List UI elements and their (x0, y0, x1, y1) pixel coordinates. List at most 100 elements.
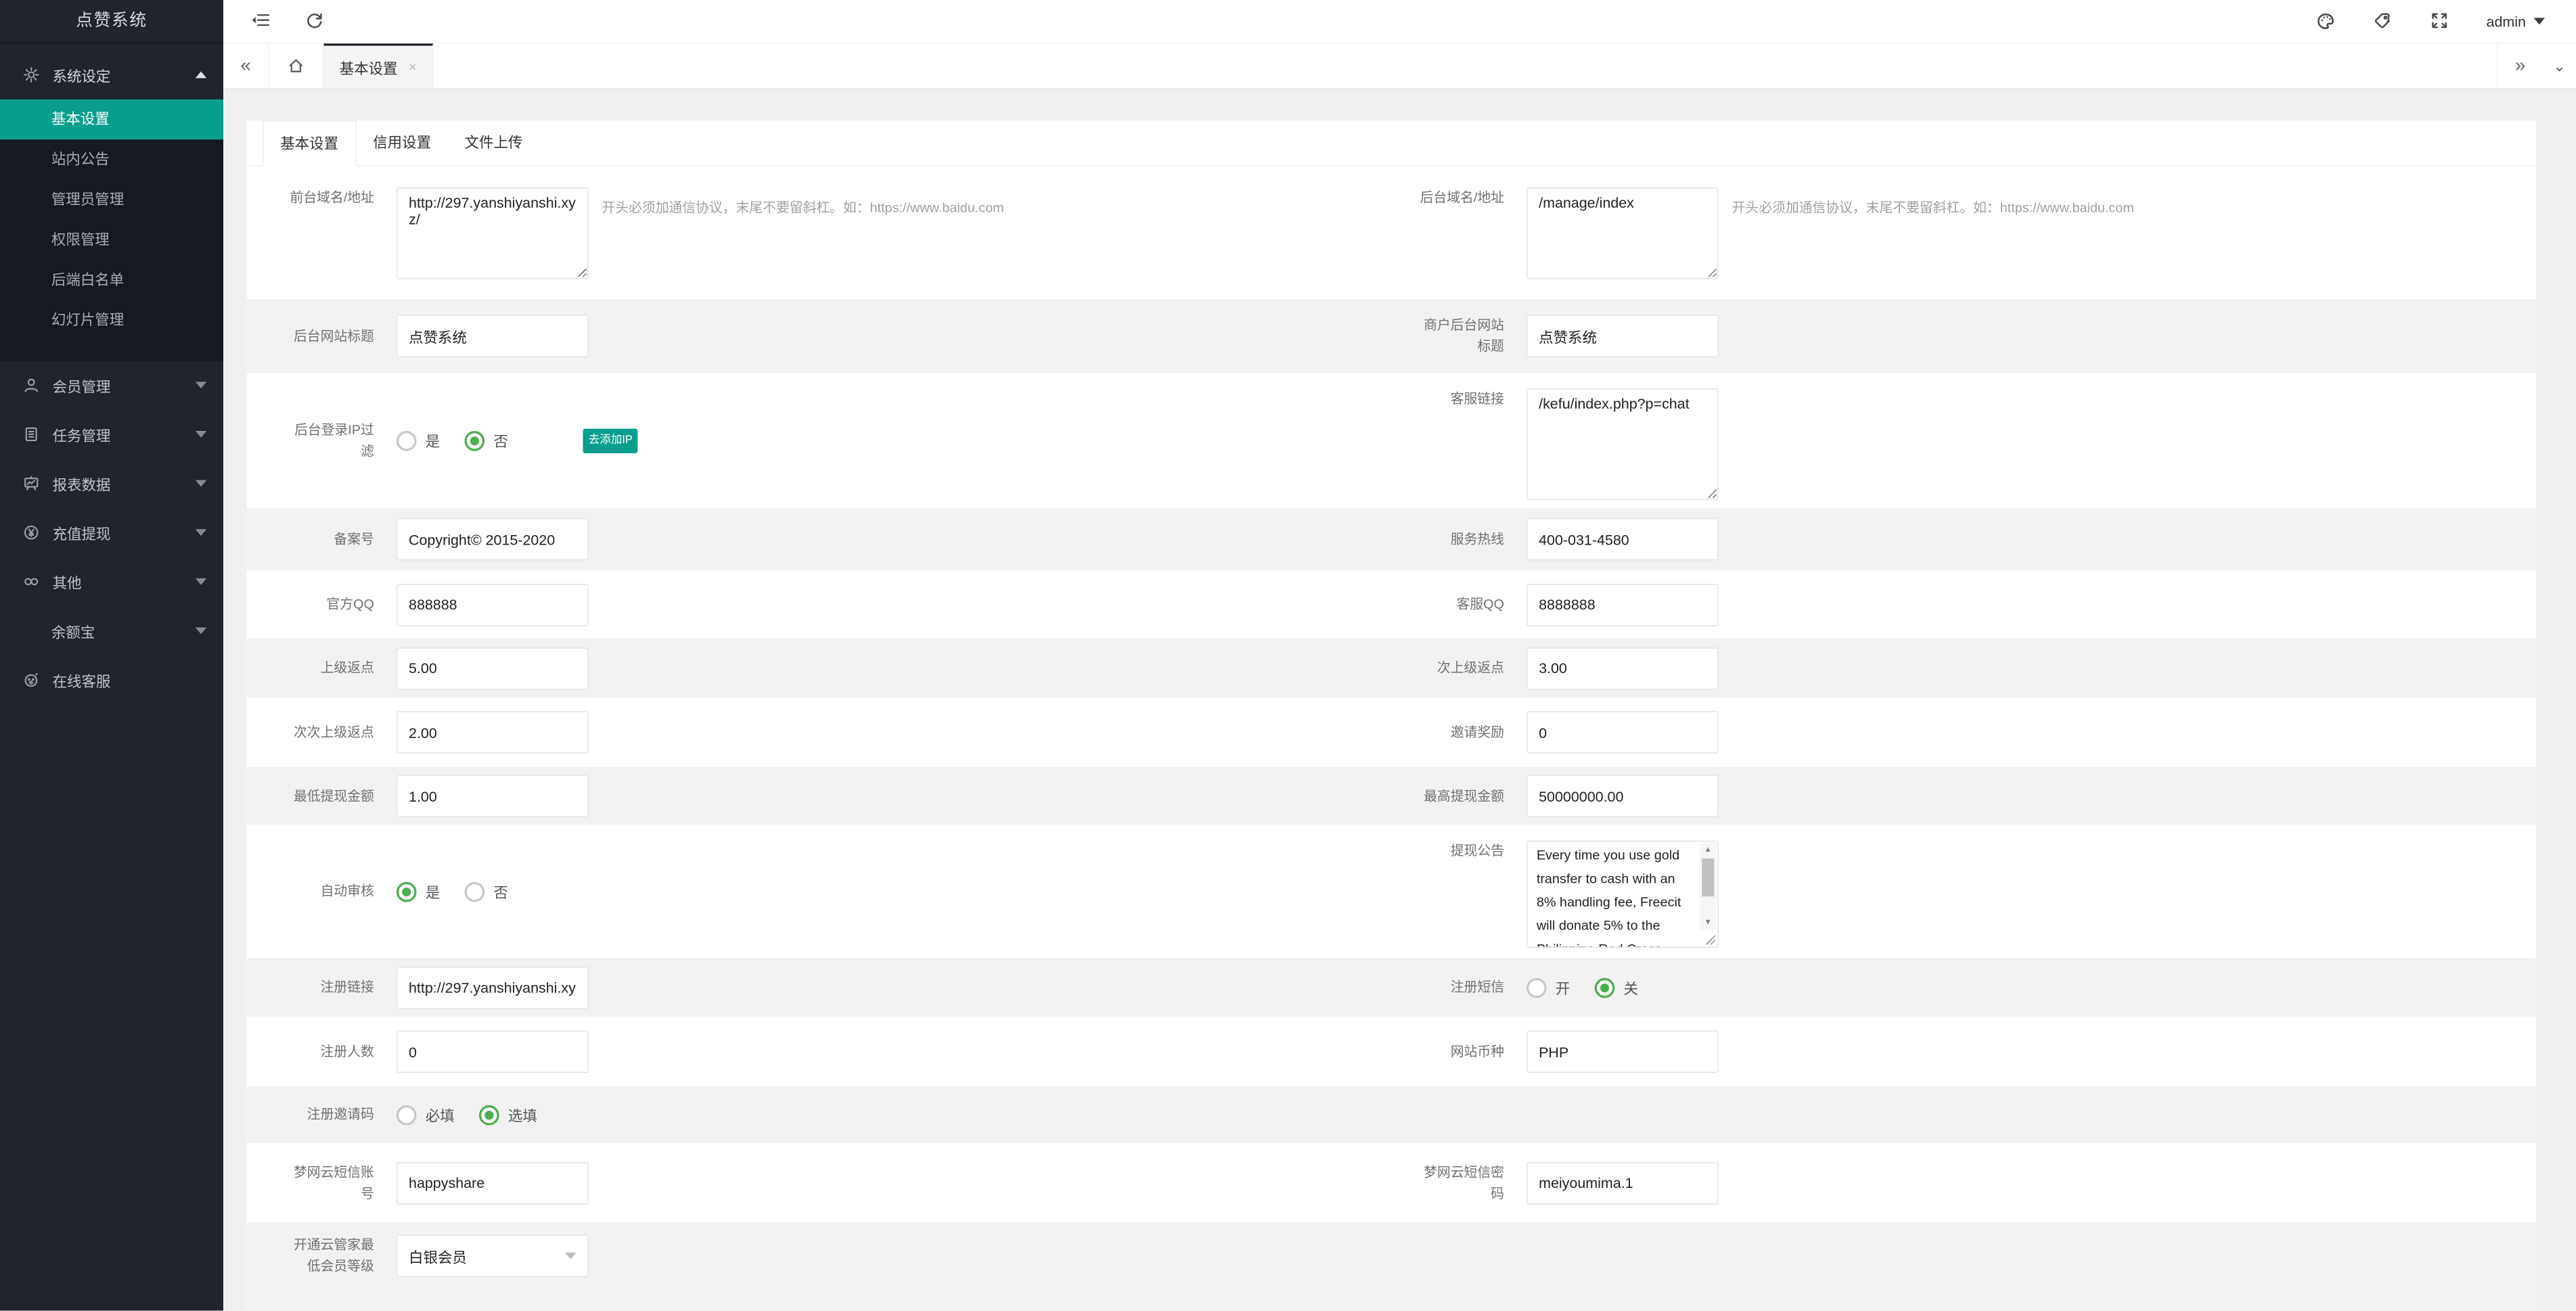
sidebar-item-report-data[interactable]: 报表数据 (0, 459, 223, 508)
scroll-down-icon[interactable]: ▼ (1700, 915, 1717, 929)
refresh-icon[interactable] (305, 12, 325, 32)
add-ip-button[interactable]: 去添加IP (583, 428, 639, 453)
tabs-scroll-right-button[interactable]: » (2497, 43, 2543, 89)
sidebar-item-recharge-withdraw[interactable]: 充值提现 (0, 508, 223, 557)
grandparent-rebate-input[interactable] (1526, 647, 1719, 690)
service-hotline-input[interactable] (1526, 518, 1719, 561)
field-label: 次次上级返点 (294, 724, 374, 740)
tab-file-upload[interactable]: 文件上传 (448, 120, 539, 165)
radio-label[interactable]: 选填 (508, 1104, 537, 1125)
radio-label[interactable]: 否 (493, 881, 507, 902)
radio-no[interactable] (464, 430, 485, 451)
radio-required[interactable] (396, 1104, 417, 1125)
sidebar-item-slideshow-management[interactable]: 幻灯片管理 (0, 300, 223, 340)
icp-number-input[interactable] (396, 518, 589, 561)
field-label: 提现公告 (1450, 842, 1504, 859)
user-menu[interactable]: admin (2487, 13, 2546, 30)
radio-label[interactable]: 必填 (426, 1104, 455, 1125)
ip-filter-radio-group: 是 否 去添加IP (396, 428, 639, 453)
form-row: 后台登录IP过滤 是 否 去添加IP 客服链接 /kefu/index.php?… (247, 373, 2536, 508)
invite-reward-input[interactable] (1526, 711, 1719, 754)
max-withdraw-input[interactable] (1526, 775, 1719, 818)
resize-handle-icon[interactable] (1702, 931, 1716, 945)
sidebar-item-admin-management[interactable]: 管理员管理 (0, 180, 223, 220)
tabs-menu-button[interactable]: ⌄ (2543, 43, 2576, 88)
great-grandparent-rebate-input[interactable] (396, 711, 589, 754)
sidebar-item-permission-management[interactable]: 权限管理 (0, 220, 223, 260)
radio-label[interactable]: 关 (1624, 977, 1638, 998)
sidebar-item-label: 充值提现 (52, 525, 111, 543)
palette-icon[interactable] (2315, 12, 2336, 32)
merchant-site-title-input[interactable] (1526, 315, 1719, 358)
register-count-input[interactable] (396, 1030, 589, 1073)
field-label: 前台域名/地址 (290, 189, 374, 206)
form-row: 备案号 服务热线 (246, 507, 2536, 571)
settings-tabs: 基本设置 信用设置 文件上传 (246, 120, 2536, 166)
radio-optional[interactable] (479, 1104, 499, 1125)
sidebar-item-label: 任务管理 (52, 427, 111, 444)
front-domain-textarea[interactable]: http://297.yanshiyanshi.xyz/ (396, 187, 589, 279)
register-link-input[interactable] (396, 966, 589, 1009)
radio-yes[interactable] (396, 881, 417, 902)
radio-yes[interactable] (396, 430, 417, 451)
site-currency-input[interactable] (1526, 1030, 1719, 1073)
sidebar-item-label: 余额宝 (51, 623, 95, 641)
close-icon[interactable]: × (409, 59, 417, 74)
radio-label[interactable]: 开 (1556, 977, 1570, 998)
tab-label: 基本设置 (339, 60, 398, 77)
sidebar-item-system-settings[interactable]: 系统设定 (0, 50, 223, 99)
form-row: 注册邀请码 必填 选填 (246, 1086, 2536, 1143)
sidebar-item-label: 其他 (52, 574, 82, 591)
radio-label[interactable]: 是 (426, 881, 440, 902)
field-label: 服务热线 (1450, 530, 1504, 547)
field-label: 后台域名/地址 (1420, 189, 1504, 206)
radio-on[interactable] (1526, 977, 1547, 998)
radio-label[interactable]: 否 (493, 430, 507, 451)
chevron-down-icon (195, 627, 207, 635)
sidebar-item-basic-settings[interactable]: 基本设置 (0, 99, 224, 140)
scrollbar[interactable]: ▲ ▼ (1699, 842, 1717, 930)
sidebar-item-other[interactable]: 其他 (0, 557, 223, 606)
official-qq-input[interactable] (396, 583, 589, 626)
tabs-scroll-left-button[interactable]: « (223, 43, 269, 89)
field-hint: 开头必须加通信协议，末尾不要留斜杠。如：https://www.baidu.co… (1732, 200, 2134, 216)
cloud-manager-level-select[interactable]: 白银会员 (396, 1235, 589, 1277)
backend-site-title-input[interactable] (396, 315, 589, 358)
tab-credit-settings[interactable]: 信用设置 (356, 120, 447, 165)
field-label: 注册链接 (320, 979, 374, 995)
sidebar-item-online-service[interactable]: 在线客服 (0, 656, 223, 705)
scroll-up-icon[interactable]: ▲ (1700, 843, 1717, 857)
content-area: 基本设置 信用设置 文件上传 前台域名/地址 http://297.yanshi… (223, 89, 2576, 1311)
tab-basic-settings[interactable]: 基本设置 × (323, 43, 434, 89)
money-icon (22, 524, 40, 541)
tab-basic-settings[interactable]: 基本设置 (262, 120, 357, 166)
field-label: 自动审核 (320, 883, 374, 899)
radio-no[interactable] (464, 881, 485, 902)
backend-domain-textarea[interactable]: /manage/index (1526, 187, 1719, 279)
radio-off[interactable] (1594, 977, 1615, 998)
sms-password-input[interactable] (1526, 1162, 1719, 1204)
tag-icon[interactable] (2372, 12, 2393, 32)
parent-rebate-input[interactable] (396, 647, 589, 690)
sms-account-input[interactable] (396, 1162, 589, 1204)
sidebar-item-site-announcement[interactable]: 站内公告 (0, 139, 223, 179)
sidebar-item-yuebao[interactable]: 余额宝 (0, 606, 223, 656)
field-label: 官方QQ (326, 596, 374, 612)
withdraw-notice-textarea[interactable]: Every time you use gold transfer to cash… (1526, 840, 1719, 948)
admin-app: 点赞系统 系统设定 基本设置 站内公告 管理员管理 权限管理 后端白名单 幻灯片… (0, 0, 2576, 1311)
collapse-sidebar-icon[interactable] (250, 12, 271, 32)
home-tab[interactable] (269, 43, 324, 89)
radio-label[interactable]: 是 (426, 430, 440, 451)
fullscreen-icon[interactable] (2429, 12, 2449, 32)
sidebar-item-task-management[interactable]: 任务管理 (0, 410, 223, 459)
username: admin (2486, 12, 2526, 30)
sidebar-item-member-management[interactable]: 会员管理 (0, 361, 223, 410)
sidebar-item-backend-whitelist[interactable]: 后端白名单 (0, 260, 223, 300)
form-row: 官方QQ 客服QQ (247, 570, 2536, 639)
service-link-textarea[interactable]: /kefu/index.php?p=chat (1526, 388, 1719, 501)
scrollbar-thumb[interactable] (1702, 858, 1715, 897)
min-withdraw-input[interactable] (396, 775, 589, 818)
page-tabbar: « 基本设置 × » ⌄ (223, 43, 2576, 90)
tasks-icon (22, 426, 40, 443)
service-qq-input[interactable] (1526, 583, 1719, 626)
